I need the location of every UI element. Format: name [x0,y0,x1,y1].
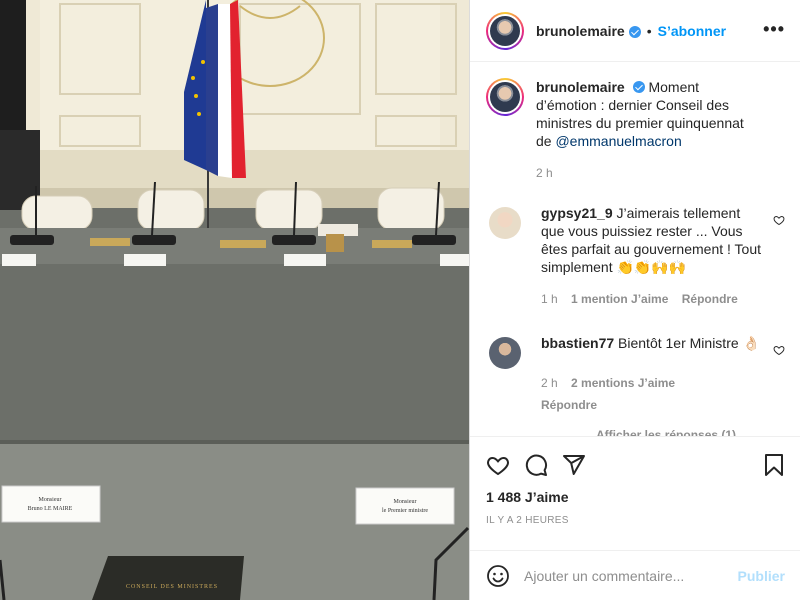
comments-list[interactable]: brunolemaire Moment d’émotion : dernier … [470,62,800,436]
post-actions: 1 488 J’aime IL Y A 2 HEURES [470,436,800,550]
author-username[interactable]: brunolemaire [536,23,625,39]
comment-likes[interactable]: 1 mention J’aime [571,292,668,306]
caption-username[interactable]: brunolemaire [536,79,625,95]
comment-time[interactable]: 1 h [541,292,558,306]
comment-username[interactable]: gypsy21_9 [541,205,613,221]
comment-like-icon[interactable] [773,214,785,226]
caption: brunolemaire Moment d’émotion : dernier … [486,78,785,182]
post-timestamp[interactable]: IL Y A 2 HEURES [486,515,785,526]
place-card-bruno-le-maire: Monsieur Bruno LE MAIRE [1,485,101,523]
instagram-post-window: Monsieur Bruno LE MAIRE Monsieur le Prem… [0,0,800,600]
place-card-pm-line2: le Premier ministre [382,508,428,514]
place-card-bruno-line2: Bruno LE MAIRE [28,506,73,512]
comment-item: bbastien77 Bientôt 1er Ministre 👌🏻 2 h 2… [486,334,785,414]
add-comment-bar: Publier [470,550,800,600]
caption-avatar-image [490,82,520,112]
cabinet-room-illustration: Monsieur Bruno LE MAIRE Monsieur le Prem… [0,0,469,600]
verified-icon [628,25,641,38]
post-header: brunolemaire • S’abonner ••• [470,0,800,62]
publish-button[interactable]: Publier [738,568,785,584]
verified-icon [632,81,645,93]
view-replies-link[interactable]: Afficher les réponses (1) [596,428,785,436]
comment-input[interactable] [524,567,738,584]
like-icon[interactable] [486,453,510,477]
comment-text: Bientôt 1er Ministre 👌🏻 [618,335,760,351]
more-icon[interactable]: ••• [763,20,785,38]
comment-reply-button[interactable]: Répondre [682,292,738,306]
folder-label: CONSEIL DES MINISTRES [126,584,218,590]
header-separator: • [646,22,652,39]
caption-time[interactable]: 2 h [536,166,553,180]
post-side-panel: brunolemaire • S’abonner ••• brunolemair… [469,0,800,600]
emoji-icon[interactable] [486,564,510,588]
place-card-bruno-line1: Monsieur [39,497,62,503]
follow-button[interactable]: S’abonner [658,23,726,39]
action-icons [486,451,785,479]
caption-mention-link[interactable]: @emmanuelmacron [555,133,681,149]
comment-time[interactable]: 2 h [541,376,558,390]
caption-avatar[interactable] [486,78,524,116]
author-avatar-image [490,15,520,46]
place-card-premier-ministre: Monsieur le Premier ministre [355,487,455,525]
author-avatar[interactable] [486,11,524,50]
post-photo[interactable]: Monsieur Bruno LE MAIRE Monsieur le Prem… [0,0,469,600]
commenter-avatar[interactable] [489,207,521,239]
share-icon[interactable] [562,453,586,477]
comment-username[interactable]: bbastien77 [541,335,614,351]
comment-icon[interactable] [524,453,548,477]
comment-reply-button[interactable]: Répondre [541,398,597,412]
comment-likes[interactable]: 2 mentions J’aime [571,376,675,390]
conseil-folder: CONSEIL DES MINISTRES [92,556,244,600]
likes-count[interactable]: 1 488 J’aime [486,489,785,505]
bookmark-icon[interactable] [763,453,785,477]
comment-like-icon[interactable] [773,344,785,356]
place-card-pm-line1: Monsieur [394,499,417,505]
commenter-avatar[interactable] [489,337,521,369]
comment-item: gypsy21_9 J’aimerais tellement que vous … [486,204,785,308]
